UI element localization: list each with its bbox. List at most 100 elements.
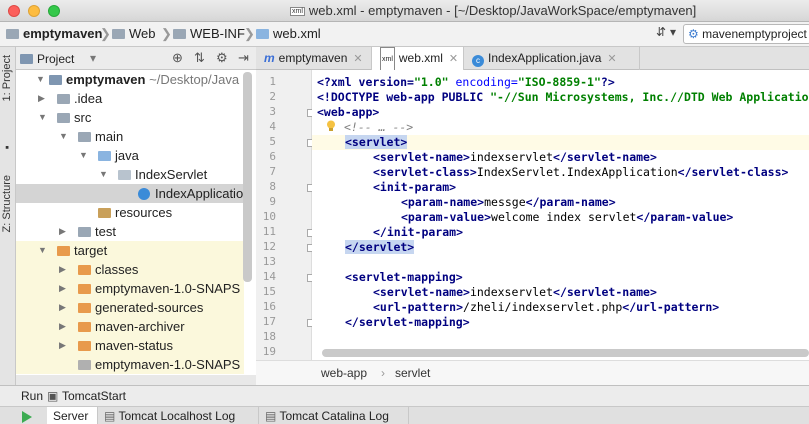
collapsed-arrow-icon[interactable]: ▶ <box>38 89 45 108</box>
line-number: 2 <box>269 90 276 103</box>
close-tab-icon[interactable]: ✕ <box>353 53 362 65</box>
navigation-bar: emptymaven ❯ Web ❯ WEB-INF ❯ web.xml ⇵ ▾… <box>0 22 809 47</box>
maximize-window-button[interactable] <box>48 5 60 17</box>
excluded-folder-icon <box>78 341 91 351</box>
expanded-arrow-icon[interactable]: ▼ <box>59 127 68 146</box>
window-titlebar: xml web.xml - emptymaven - [~/Desktop/Jav… <box>0 0 809 22</box>
run-panel-tabs: Server ▤ Tomcat Localhost Log ▤ Tomcat C… <box>0 406 809 424</box>
breadcrumb-separator: › <box>381 366 385 380</box>
breadcrumb-web[interactable]: Web <box>112 26 156 43</box>
line-number: 15 <box>262 285 276 298</box>
tree-item-emptymaven[interactable]: ▼ emptymaven ~/Desktop/Java <box>16 70 244 89</box>
expanded-arrow-icon[interactable]: ▼ <box>79 146 88 165</box>
expanded-arrow-icon[interactable]: ▼ <box>99 165 108 184</box>
tree-item-classes[interactable]: ▶ classes <box>16 260 244 279</box>
hide-panel-icon[interactable]: ⇥ <box>238 50 249 66</box>
tab-indexapplication-java[interactable]: c IndexApplication.java ✕ <box>464 47 640 70</box>
line-number: 6 <box>269 150 276 163</box>
line-number: 16 <box>262 300 276 313</box>
line-number: 11 <box>262 225 276 238</box>
build-icon[interactable]: ⇵ <box>656 25 666 39</box>
source-folder-icon <box>98 151 111 161</box>
tree-item-indexapplication[interactable]: IndexApplicatio <box>16 184 244 203</box>
lightbulb-icon[interactable] <box>326 120 336 132</box>
minimize-window-button[interactable] <box>28 5 40 17</box>
tab-project-toolwindow[interactable]: 1: Project <box>1 55 13 101</box>
breadcrumb-web-inf[interactable]: WEB-INF <box>173 26 245 43</box>
tree-item-maven-archiver[interactable]: ▶ maven-archiver <box>16 317 244 336</box>
tree-item-generated-sources[interactable]: ▶ generated-sources <box>16 298 244 317</box>
project-panel-title[interactable]: Project <box>37 52 74 66</box>
tab-tomcat-localhost-log[interactable]: ▤ Tomcat Localhost Log <box>98 407 259 424</box>
line-number: 8 <box>269 180 276 193</box>
collapsed-arrow-icon[interactable]: ▶ <box>59 279 66 298</box>
tree-item-java[interactable]: ▼ java <box>16 146 244 165</box>
tree-item-indexservlet[interactable]: ▼ IndexServlet <box>16 165 244 184</box>
line-number: 5 <box>269 135 276 148</box>
breadcrumb-web-xml[interactable]: web.xml <box>256 26 321 43</box>
editor-gutter[interactable]: 1 2 3 4 5 6 7 8 9 10 11 12 13 14 15 16 1… <box>256 70 315 360</box>
collapse-all-icon[interactable]: ⇅ <box>194 50 205 66</box>
collapsed-arrow-icon[interactable]: ▶ <box>59 317 66 336</box>
breadcrumb-servlet[interactable]: servlet <box>395 366 430 380</box>
line-number: 14 <box>262 270 276 283</box>
tab-server[interactable]: Server <box>47 407 98 424</box>
collapsed-arrow-icon[interactable]: ▶ <box>59 260 66 279</box>
folder-icon <box>6 29 19 39</box>
tree-item-main[interactable]: ▼ main <box>16 127 244 146</box>
editor-horizontal-scrollbar[interactable] <box>322 349 809 357</box>
code-line-17: </servlet-mapping> <box>345 315 470 329</box>
tomcat-icon: ▣ <box>47 389 59 403</box>
tab-emptymaven[interactable]: m emptymaven ✕ <box>256 47 372 70</box>
collapsed-arrow-icon[interactable]: ▶ <box>59 298 66 317</box>
tree-item-resources[interactable]: resources <box>16 203 244 222</box>
window-title: xml web.xml - emptymaven - [~/Desktop/Jav… <box>290 3 697 18</box>
code-line-2: <!DOCTYPE web-app PUBLIC "-//Sun Microsy… <box>317 90 809 104</box>
code-line-12: </servlet> <box>345 240 415 254</box>
tree-item-target[interactable]: ▼ target <box>16 241 244 260</box>
expanded-arrow-icon[interactable]: ▼ <box>38 108 47 127</box>
chevron-down-icon[interactable]: ▾ <box>670 25 676 39</box>
close-window-button[interactable] <box>8 5 20 17</box>
tree-item-maven-status[interactable]: ▶ maven-status <box>16 336 244 355</box>
tree-item-snapshot-file[interactable]: emptymaven-1.0-SNAPS <box>16 355 244 374</box>
run-configuration-selector[interactable]: ⚙ mavenemptyproject <box>683 24 809 44</box>
target-icon[interactable]: ⊕ <box>172 50 183 66</box>
xml-file-icon: xml <box>290 7 305 16</box>
tree-item-snapshot-folder[interactable]: ▶ emptymaven-1.0-SNAPS <box>16 279 244 298</box>
code-line-4: <!-- … --> <box>344 120 414 134</box>
breadcrumb-project[interactable]: emptymaven <box>6 26 102 43</box>
code-line-7: <servlet-class>IndexServlet.IndexApplica… <box>373 165 789 179</box>
breadcrumb-separator: ❯ <box>244 26 255 41</box>
breadcrumb-separator: ❯ <box>100 26 111 41</box>
expanded-arrow-icon[interactable]: ▼ <box>36 70 45 89</box>
xml-file-icon: xml <box>380 47 395 72</box>
code-line-15: <servlet-name>indexservlet</servlet-name… <box>373 285 657 299</box>
run-play-icon[interactable] <box>22 411 32 423</box>
breadcrumb-web-app[interactable]: web-app <box>321 366 367 380</box>
code-line-9: <param-name>messge</param-name> <box>401 195 616 209</box>
tree-item-src[interactable]: ▼ src <box>16 108 244 127</box>
tab-tomcat-catalina-log[interactable]: ▤ Tomcat Catalina Log <box>259 407 409 424</box>
tab-web-xml[interactable]: xml web.xml ✕ <box>372 47 464 72</box>
line-number: 4 <box>269 120 276 133</box>
structure-toolwindow-icon[interactable]: ▪ <box>1 141 13 153</box>
tree-item-idea[interactable]: ▶ .idea <box>16 89 244 108</box>
excluded-folder-icon <box>78 322 91 332</box>
tree-item-test[interactable]: ▶ test <box>16 222 244 241</box>
line-number: 10 <box>262 210 276 223</box>
editor-tab-bar: m emptymaven ✕ xml web.xml ✕ c IndexApplicati… <box>256 47 809 72</box>
close-tab-icon[interactable]: ✕ <box>607 53 616 65</box>
expanded-arrow-icon[interactable]: ▼ <box>38 241 47 260</box>
close-tab-icon[interactable]: ✕ <box>449 53 458 65</box>
code-editor[interactable]: <?xml version="1.0" encoding="ISO-8859-1… <box>312 70 809 360</box>
project-tree-scrollbar[interactable] <box>243 72 252 282</box>
collapsed-arrow-icon[interactable]: ▶ <box>59 222 66 241</box>
line-number: 7 <box>269 165 276 178</box>
editor-breadcrumb: web-app › servlet <box>256 360 809 385</box>
tab-structure-toolwindow[interactable]: Z: Structure <box>1 175 13 232</box>
log-file-icon: ▤ <box>265 409 277 423</box>
dropdown-icon[interactable]: ▾ <box>90 51 96 65</box>
gear-icon[interactable]: ⚙ <box>216 50 228 66</box>
collapsed-arrow-icon[interactable]: ▶ <box>59 336 66 355</box>
